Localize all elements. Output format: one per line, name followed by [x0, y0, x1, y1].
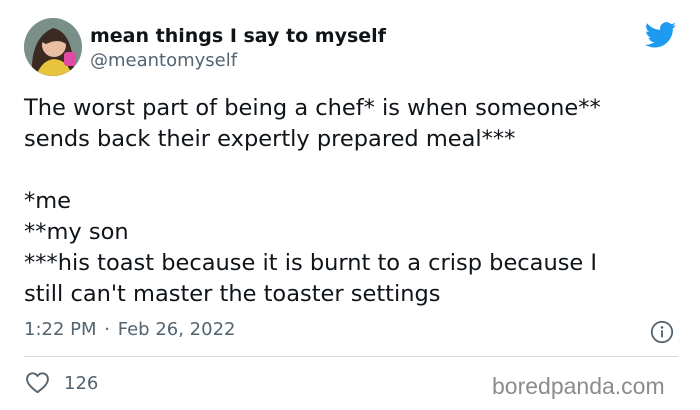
watermark: boredpanda.com: [492, 373, 665, 399]
tweet-line: still can't master the toaster settings: [24, 281, 441, 307]
tweet-line: The worst part of being a chef* is when …: [24, 95, 601, 121]
twitter-bird-icon[interactable]: [645, 22, 677, 48]
avatar[interactable]: [24, 18, 82, 76]
tweet-line: **my son: [24, 219, 129, 245]
tweet-line: ***his toast because it is burnt to a cr…: [24, 250, 598, 276]
author-display-name[interactable]: mean things I say to myself: [90, 24, 386, 48]
like-count[interactable]: 126: [64, 373, 98, 395]
tweet-date: Feb 26, 2022: [117, 319, 236, 340]
tweet-line: sends back their expertly prepared meal*…: [24, 126, 516, 152]
heart-icon[interactable]: [25, 371, 50, 394]
avatar-image: [24, 18, 82, 76]
tweet-time: 1:22 PM: [24, 319, 97, 340]
divider: [24, 356, 678, 357]
tweet-text: The worst part of being a chef* is when …: [24, 93, 684, 310]
info-icon[interactable]: [650, 320, 674, 344]
author-handle[interactable]: @meantomyself: [90, 50, 237, 72]
timestamp-separator: ·: [104, 319, 110, 340]
tweet-line: *me: [24, 188, 72, 214]
tweet-timestamp[interactable]: 1:22 PM · Feb 26, 2022: [24, 319, 235, 341]
